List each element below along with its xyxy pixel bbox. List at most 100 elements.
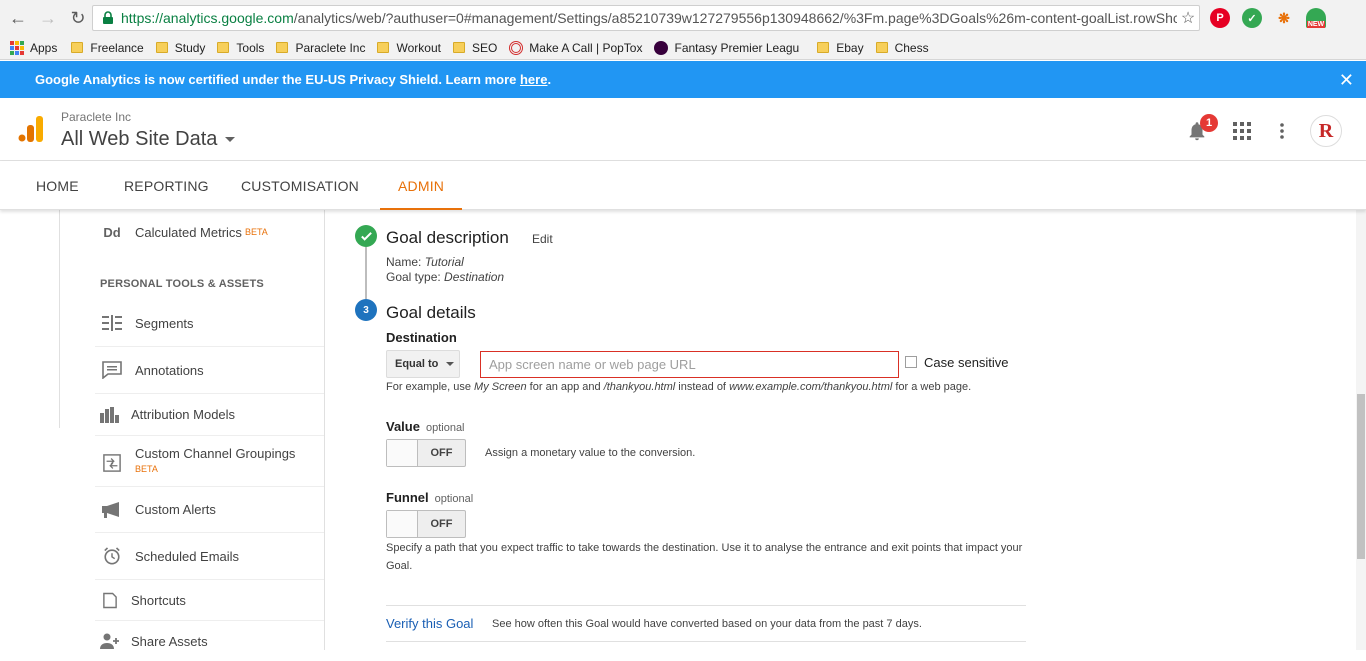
close-icon[interactable]: ✕	[1339, 70, 1354, 91]
bookmark-study[interactable]: Study	[155, 41, 205, 55]
toggle-knob	[387, 511, 418, 537]
sidebar-item-share-assets[interactable]: Share Assets	[95, 621, 324, 661]
destination-url-input[interactable]	[480, 351, 899, 378]
avatar[interactable]: R	[1310, 115, 1342, 147]
property-selector[interactable]: All Web Site Data	[61, 128, 236, 151]
bookmark-label: Apps	[30, 40, 58, 55]
lock-icon	[103, 11, 113, 24]
toggle-state: OFF	[430, 447, 453, 459]
goal-name-label: Name:	[386, 255, 422, 269]
banner-learn-more-link[interactable]: here	[520, 72, 547, 87]
sidebar-item-label: Custom Channel Groupings	[135, 446, 296, 461]
bookmark-poptox[interactable]: Make A Call | PopTox	[509, 40, 643, 55]
folder-icon	[71, 42, 84, 53]
apps-grid-icon[interactable]	[1231, 120, 1253, 142]
bookmark-label: Freelance	[90, 40, 144, 55]
back-icon[interactable]: ←	[6, 6, 30, 30]
share-people-icon	[99, 630, 121, 652]
sidebar-item-attribution-models[interactable]: Attribution Models	[95, 394, 324, 436]
value-description: Assign a monetary value to the conversio…	[485, 447, 696, 459]
sidebar-item-label: Share Assets	[131, 633, 208, 649]
main-tabs: HOME REPORTING CUSTOMISATION ADMIN	[0, 161, 1366, 210]
case-sensitive-label: Case sensitive	[924, 355, 1009, 370]
verify-goal-link[interactable]: Verify this Goal	[386, 616, 473, 631]
reload-icon[interactable]: ↻	[66, 6, 90, 30]
pinterest-icon[interactable]: P	[1210, 8, 1230, 28]
verify-goal-description: See how often this Goal would have conve…	[492, 618, 922, 630]
edit-goal-description-link[interactable]: Edit	[532, 232, 553, 246]
forward-icon[interactable]: →	[36, 6, 60, 30]
bookmark-paraclete[interactable]: Paraclete Inc	[276, 41, 365, 55]
tab-customisation[interactable]: CUSTOMISATION	[241, 161, 359, 210]
bookmark-label: Ebay	[836, 40, 864, 55]
sidebar-item-calculated-metrics[interactable]: Dd Calculated Metrics BETA	[95, 218, 324, 246]
sidebar-item-scheduled-emails[interactable]: Scheduled Emails	[95, 533, 324, 580]
sidebar-item-label: Shortcuts	[131, 592, 186, 608]
page-scrollbar[interactable]	[1356, 210, 1366, 650]
lion-icon	[654, 40, 669, 55]
destination-label: Destination	[386, 330, 457, 345]
bookmark-star-icon[interactable]: ☆	[1177, 8, 1199, 28]
extension-icon[interactable]: ❋	[1274, 8, 1294, 28]
check-extension-icon[interactable]: ✓	[1242, 8, 1262, 28]
value-label-text: Value	[386, 419, 420, 434]
banner-message: Google Analytics is now certified under …	[35, 72, 520, 87]
section-divider	[386, 605, 1026, 606]
step-number-badge: 3	[355, 299, 377, 321]
sidebar-item-label: Calculated Metrics	[135, 224, 242, 240]
tab-home[interactable]: HOME	[36, 161, 79, 210]
bookmark-label: Chess	[894, 40, 929, 55]
bookmark-fpl[interactable]: Fantasy Premier Leagu	[654, 40, 799, 55]
sidebar-item-label: Attribution Models	[131, 407, 236, 422]
tab-reporting[interactable]: REPORTING	[124, 161, 209, 210]
funnel-toggle[interactable]: OFF	[386, 510, 466, 538]
goal-type: Goal type: Destination	[386, 270, 504, 284]
nav-divider	[59, 210, 60, 428]
annotation-icon	[101, 359, 123, 381]
match-type-dropdown[interactable]: Equal to	[386, 350, 460, 378]
sidebar-item-shortcuts[interactable]: Shortcuts	[95, 580, 324, 621]
sidebar-item-custom-alerts[interactable]: Custom Alerts	[95, 487, 324, 533]
bookmark-chess[interactable]: Chess	[875, 40, 929, 55]
shortcut-icon	[99, 589, 121, 611]
address-bar[interactable]: https://analytics.google.com /analytics/…	[92, 5, 1200, 31]
sidebar-item-annotations[interactable]: Annotations	[95, 347, 324, 394]
more-vert-icon[interactable]	[1271, 120, 1293, 142]
account-name: Paraclete Inc	[61, 110, 132, 124]
url-path: /analytics/web/?authuser=0#management/Se…	[293, 10, 1177, 26]
bookmark-label: Make A Call | PopTox	[529, 40, 643, 55]
folder-icon	[155, 42, 168, 53]
bookmark-freelance[interactable]: Freelance	[71, 40, 144, 55]
bookmarks-bar: Apps Freelance Study Tools Paraclete Inc…	[0, 36, 1366, 60]
folder-icon	[817, 42, 830, 53]
bookmark-tools[interactable]: Tools	[217, 41, 264, 55]
goal-name-value: Tutorial	[424, 255, 464, 269]
funnel-description: Specify a path that you expect traffic t…	[386, 539, 1036, 575]
bookmark-ebay[interactable]: Ebay	[817, 40, 864, 55]
sidebar-item-custom-channel-groupings[interactable]: Custom Channel Groupings BETA	[95, 436, 324, 487]
case-sensitive-checkbox[interactable]	[905, 356, 917, 368]
bookmark-seo[interactable]: SEO	[452, 41, 497, 55]
admin-leftnav: Dd Calculated Metrics BETA PERSONAL TOOLS…	[59, 210, 325, 650]
bookmark-workout[interactable]: Workout	[377, 41, 441, 55]
goal-description-heading: Goal description	[386, 228, 509, 247]
optional-label: optional	[434, 493, 474, 505]
destination-hint: For example, use My Screen for an app an…	[386, 378, 971, 396]
toggle-knob	[387, 440, 418, 466]
megaphone-icon	[101, 499, 123, 521]
sidebar-item-label: Scheduled Emails	[135, 548, 240, 564]
value-toggle[interactable]: OFF	[386, 439, 466, 467]
new-extension-icon[interactable]: NEW	[1306, 8, 1326, 28]
analytics-logo-icon	[18, 116, 43, 142]
goal-name: Name: Tutorial	[386, 255, 464, 269]
bookmark-apps[interactable]: Apps	[10, 40, 58, 55]
sidebar-item-label: Annotations	[135, 362, 204, 378]
tab-admin[interactable]: ADMIN	[379, 161, 463, 210]
hint-text: for a web page.	[892, 381, 972, 393]
notification-badge: 1	[1200, 114, 1218, 132]
hint-example: /thankyou.html	[603, 381, 676, 393]
url-host: https://analytics.google.com	[121, 10, 294, 26]
sidebar-item-segments[interactable]: Segments	[95, 300, 324, 347]
hint-text: for an app and	[526, 381, 604, 393]
scrollbar-thumb[interactable]	[1357, 394, 1365, 559]
